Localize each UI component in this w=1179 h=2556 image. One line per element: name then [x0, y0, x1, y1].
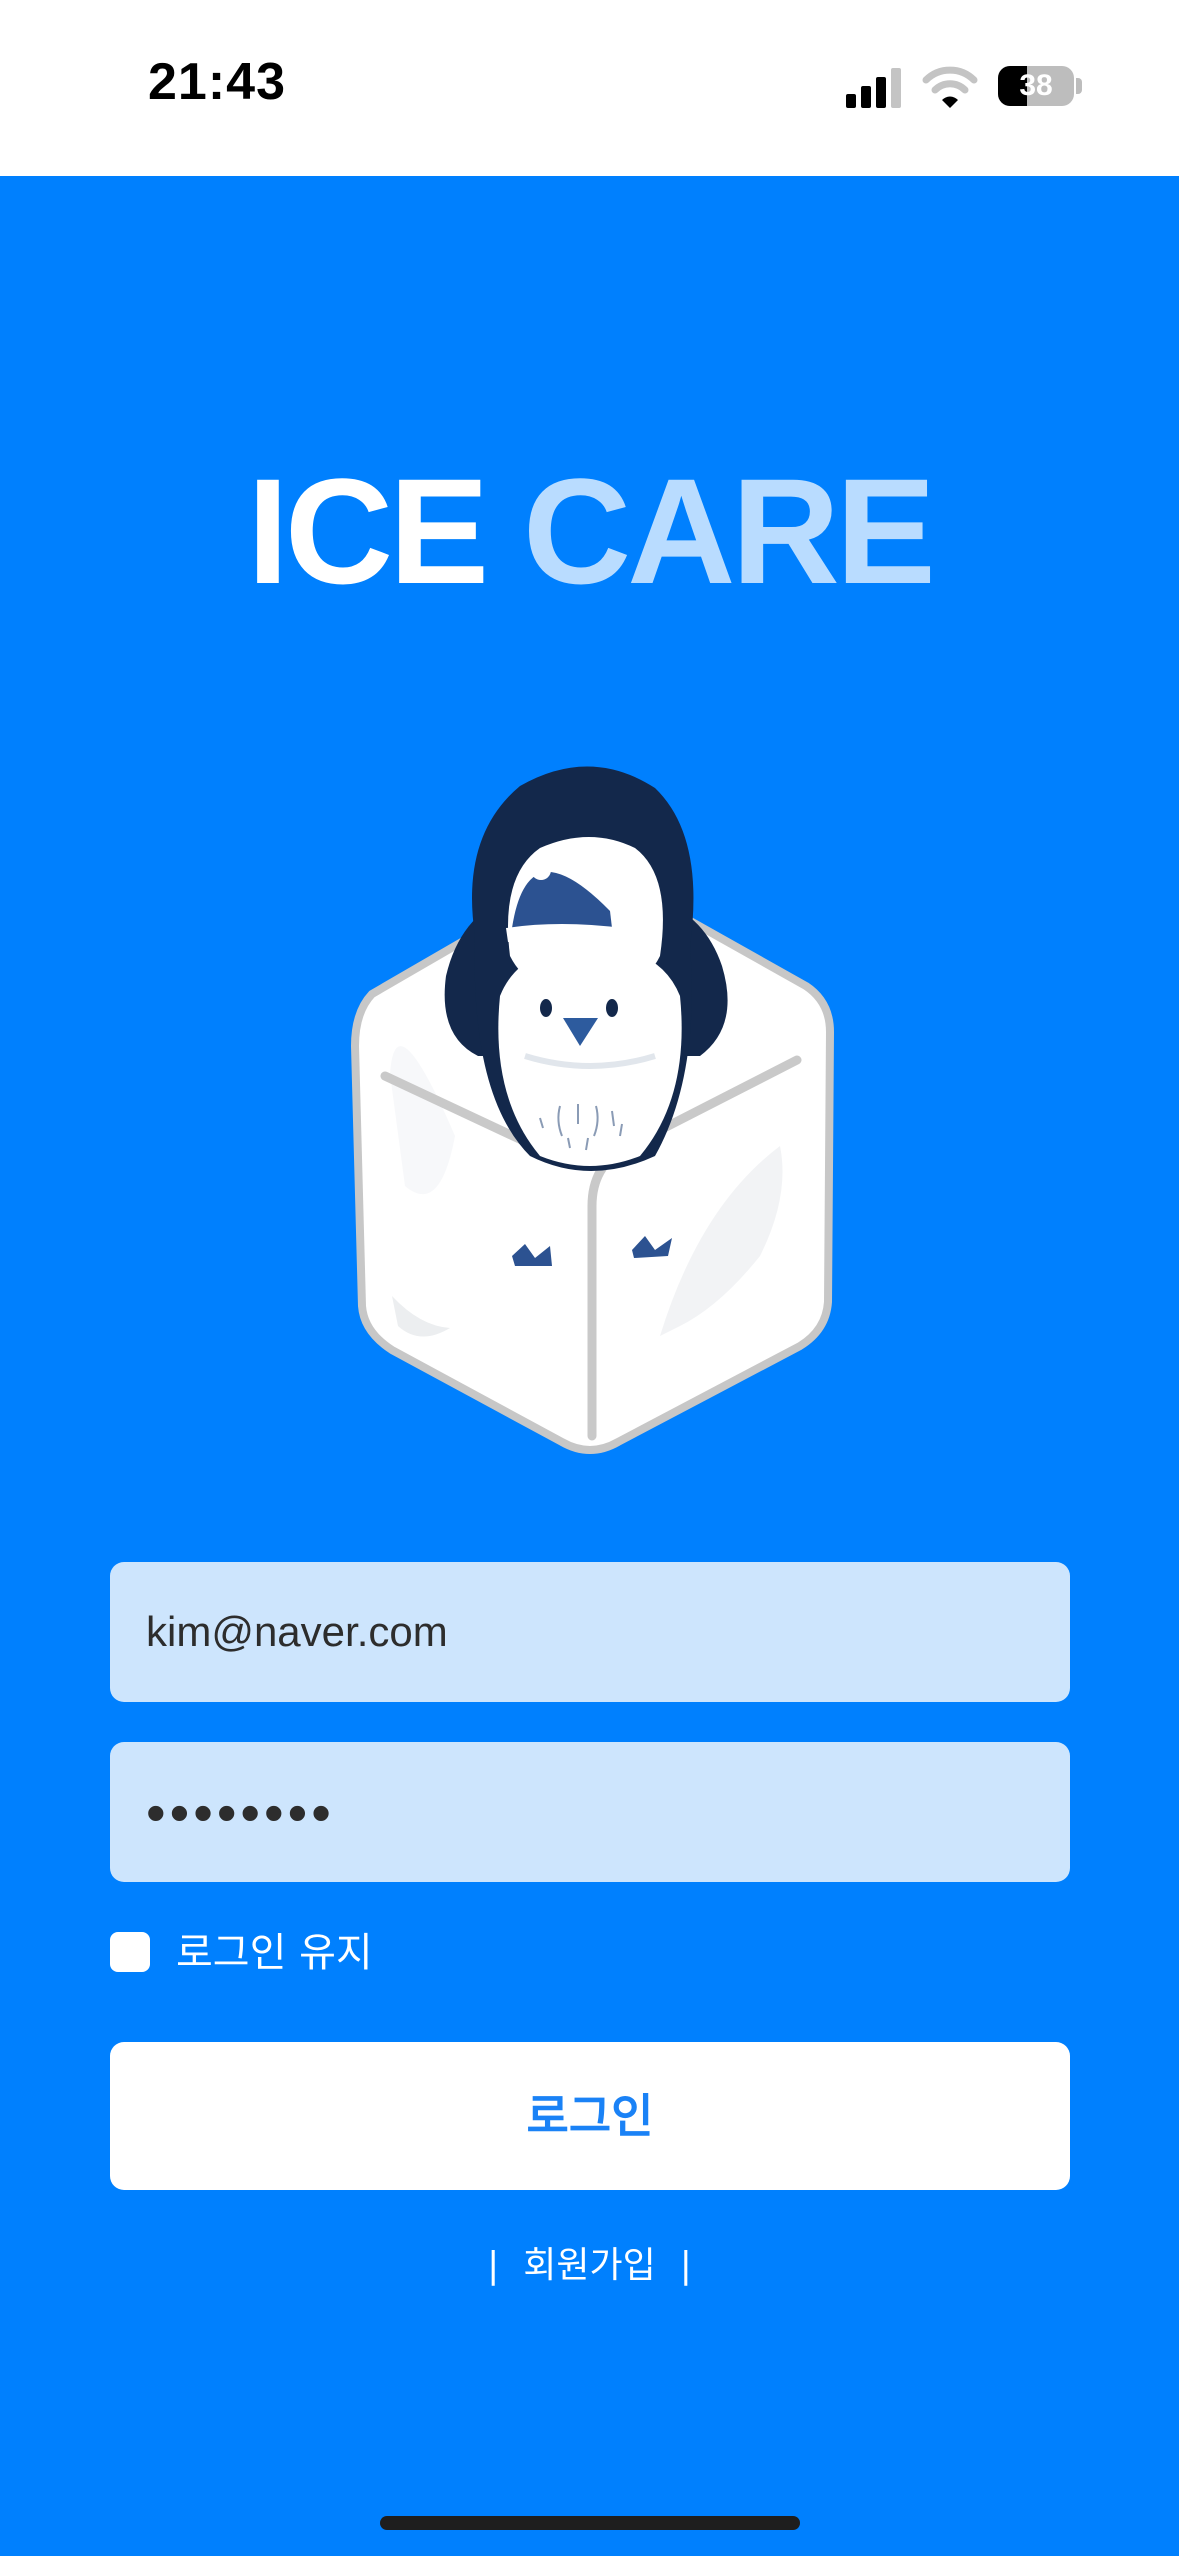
logo-word-care: CARE	[522, 447, 936, 615]
battery-icon: 38	[998, 66, 1074, 106]
signal-icon	[846, 68, 901, 108]
signup-links: | 회원가입 |	[0, 2236, 1179, 2288]
login-screen: ICE CARE kim@naver.com •••••••• 로그인 유지 로…	[0, 176, 1179, 2556]
separator-left: |	[487, 2245, 500, 2286]
email-field[interactable]	[110, 1562, 1070, 1702]
keep-login-label: 로그인 유지	[176, 1930, 373, 1976]
logo-word-ice: ICE	[247, 447, 489, 615]
wifi-icon	[922, 66, 978, 108]
password-field[interactable]	[110, 1742, 1070, 1882]
status-bar: 21:43 38	[0, 0, 1179, 176]
battery-level: 38	[1019, 69, 1053, 102]
separator-right: |	[679, 2245, 692, 2286]
app-logo: ICE CARE	[0, 451, 1179, 611]
battery-cap	[1076, 78, 1082, 94]
login-button[interactable]: 로그인	[110, 2042, 1070, 2190]
penguin-ice-cube-illustration	[350, 766, 835, 1454]
keep-login-checkbox[interactable]	[110, 1932, 150, 1972]
home-indicator	[380, 2516, 800, 2530]
status-time: 21:43	[148, 53, 286, 111]
signup-link[interactable]: 회원가입	[523, 2245, 655, 2286]
